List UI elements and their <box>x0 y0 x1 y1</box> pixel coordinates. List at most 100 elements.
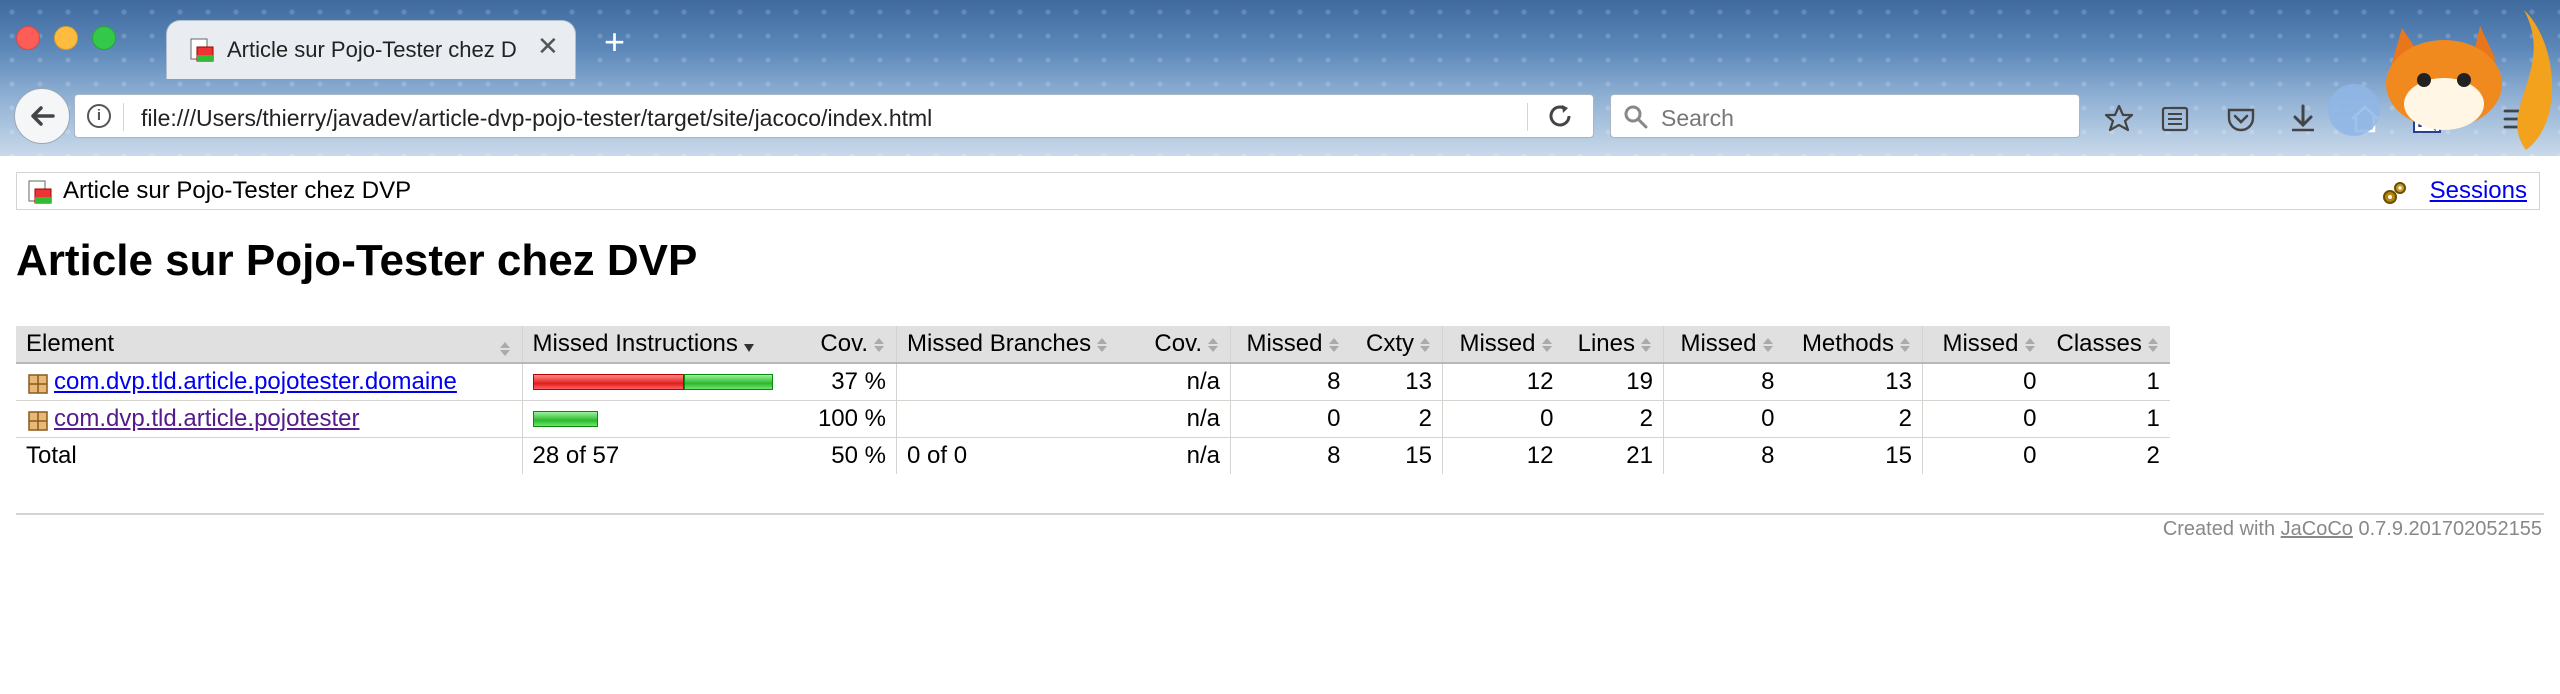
table-total-row: Total 28 of 57 50 % 0 of 0 n/a 8 15 12 2… <box>16 436 2170 474</box>
column-header-instruction-coverage[interactable]: Cov. <box>782 326 897 364</box>
sort-icon <box>1541 337 1552 352</box>
report-favicon-icon <box>190 38 214 62</box>
column-header-missed-methods[interactable]: Missed <box>1663 326 1785 364</box>
coverage-bar-covered <box>532 410 598 427</box>
column-header-missed-branches[interactable]: Missed Branches <box>896 326 1144 364</box>
classes-value: 1 <box>2046 363 2170 401</box>
column-header-missed-lines[interactable]: Missed <box>1442 326 1564 364</box>
table-row: com.dvp.tld.article.pojotester 100 % n/a… <box>16 400 2170 438</box>
package-link-pojotester[interactable]: com.dvp.tld.article.pojotester <box>54 405 359 432</box>
back-arrow-icon <box>31 106 55 126</box>
window-minimize-button[interactable] <box>54 26 78 50</box>
coverage-table: Element Missed Instructions Cov. Missed … <box>16 326 2170 474</box>
navigation-toolbar: i file:///Users/thierry/javadev/article-… <box>0 80 2560 156</box>
report-icon <box>28 180 52 204</box>
browser-chrome: Article sur Pojo-Tester chez DVP ✕ + i f… <box>0 0 2560 156</box>
total-complexity: 15 <box>1350 436 1443 474</box>
missed-lines-value: 0 <box>1442 400 1564 438</box>
missed-instructions-bar-cell <box>521 363 783 401</box>
search-bar[interactable]: Search <box>1610 94 2080 138</box>
sort-icon <box>1900 337 1910 352</box>
column-header-missed-complexity[interactable]: Missed <box>1230 326 1351 364</box>
coverage-bar <box>532 410 773 427</box>
missed-branches-value <box>896 363 1144 401</box>
sessions-link[interactable]: Sessions <box>2430 177 2527 205</box>
total-label: Total <box>16 436 522 474</box>
sort-icon <box>1208 337 1218 352</box>
column-header-missed-instructions[interactable]: Missed Instructions <box>521 326 783 364</box>
sort-icon <box>2147 337 2158 352</box>
tab-bar: Article sur Pojo-Tester chez DVP ✕ + <box>0 0 2560 80</box>
classes-value: 1 <box>2046 400 2170 438</box>
sort-icon <box>499 342 510 356</box>
missed-complexity-value: 8 <box>1230 363 1351 401</box>
jacoco-link[interactable]: JaCoCo <box>2281 518 2353 540</box>
complexity-value: 2 <box>1350 400 1443 438</box>
sort-icon <box>1420 337 1430 352</box>
column-header-branch-coverage[interactable]: Cov. <box>1143 326 1231 364</box>
back-button[interactable] <box>14 88 70 144</box>
total-missed-lines: 12 <box>1442 436 1564 474</box>
package-icon <box>28 410 48 431</box>
column-header-missed-classes[interactable]: Missed <box>1922 326 2047 364</box>
tab-close-icon[interactable]: ✕ <box>537 31 559 62</box>
branch-coverage-value: n/a <box>1143 363 1231 401</box>
page-title: Article sur Pojo-Tester chez DVP <box>16 236 698 285</box>
footer: Created with JaCoCo 0.7.9.201702052155 <box>2163 518 2542 541</box>
sort-icon <box>1762 337 1773 352</box>
total-missed-classes: 0 <box>1922 436 2047 474</box>
missed-classes-value: 0 <box>1922 363 2047 401</box>
footer-divider <box>16 513 2544 515</box>
search-placeholder: Search <box>1661 105 1734 131</box>
coverage-bar <box>532 373 773 390</box>
total-missed-methods: 8 <box>1663 436 1785 474</box>
total-missed-complexity: 8 <box>1230 436 1351 474</box>
browser-tab-active[interactable]: Article sur Pojo-Tester chez DVP ✕ <box>166 20 576 79</box>
reload-icon[interactable] <box>1545 101 1575 131</box>
total-instruction-coverage: 50 % <box>782 436 897 474</box>
total-methods: 15 <box>1784 436 1923 474</box>
total-classes: 2 <box>2046 436 2170 474</box>
missed-classes-value: 0 <box>1922 400 2047 438</box>
sort-icon <box>1641 337 1651 352</box>
sort-icon <box>1328 337 1339 352</box>
firefox-theme-fox-icon <box>2328 10 2553 150</box>
site-info-icon[interactable]: i <box>87 104 111 128</box>
window-zoom-button[interactable] <box>92 26 116 50</box>
element-cell: com.dvp.tld.article.pojotester.domaine <box>16 363 522 401</box>
reading-list-icon[interactable] <box>2158 102 2192 136</box>
window-close-button[interactable] <box>16 26 40 50</box>
sort-icon <box>2024 337 2035 352</box>
complexity-value: 13 <box>1350 363 1443 401</box>
column-header-methods[interactable]: Methods <box>1784 326 1923 364</box>
element-cell: com.dvp.tld.article.pojotester <box>16 400 522 438</box>
missed-complexity-value: 0 <box>1230 400 1351 438</box>
sort-icon <box>1097 337 1108 352</box>
methods-value: 13 <box>1784 363 1923 401</box>
footer-prefix: Created with <box>2162 518 2276 540</box>
url-text[interactable]: file:///Users/thierry/javadev/article-dv… <box>141 105 932 132</box>
missed-methods-value: 0 <box>1663 400 1785 438</box>
missed-branches-value <box>896 400 1144 438</box>
coverage-bar-missed <box>532 373 684 390</box>
lines-value: 2 <box>1563 400 1664 438</box>
new-tab-button[interactable]: + <box>604 24 625 60</box>
url-bar[interactable]: i file:///Users/thierry/javadev/article-… <box>74 94 1594 138</box>
table-row: com.dvp.tld.article.pojotester.domaine 3… <box>16 363 2170 401</box>
package-link-domaine[interactable]: com.dvp.tld.article.pojotester.domaine <box>54 368 457 395</box>
pocket-icon[interactable] <box>2224 102 2258 136</box>
missed-lines-value: 12 <box>1442 363 1564 401</box>
column-header-element[interactable]: Element <box>16 326 522 364</box>
breadcrumb-label: Article sur Pojo-Tester chez DVP <box>63 177 412 204</box>
column-header-classes[interactable]: Classes <box>2046 326 2170 364</box>
instruction-coverage-value: 100 % <box>782 400 897 438</box>
column-header-complexity[interactable]: Cxty <box>1350 326 1443 364</box>
bookmark-star-icon[interactable] <box>2102 102 2136 136</box>
download-icon[interactable] <box>2286 102 2320 136</box>
missed-methods-value: 8 <box>1663 363 1785 401</box>
search-icon <box>1624 105 1648 129</box>
total-branch-coverage: n/a <box>1143 436 1231 474</box>
missed-instructions-bar-cell <box>521 400 783 438</box>
column-header-lines[interactable]: Lines <box>1563 326 1664 364</box>
instruction-coverage-value: 37 % <box>782 363 897 401</box>
